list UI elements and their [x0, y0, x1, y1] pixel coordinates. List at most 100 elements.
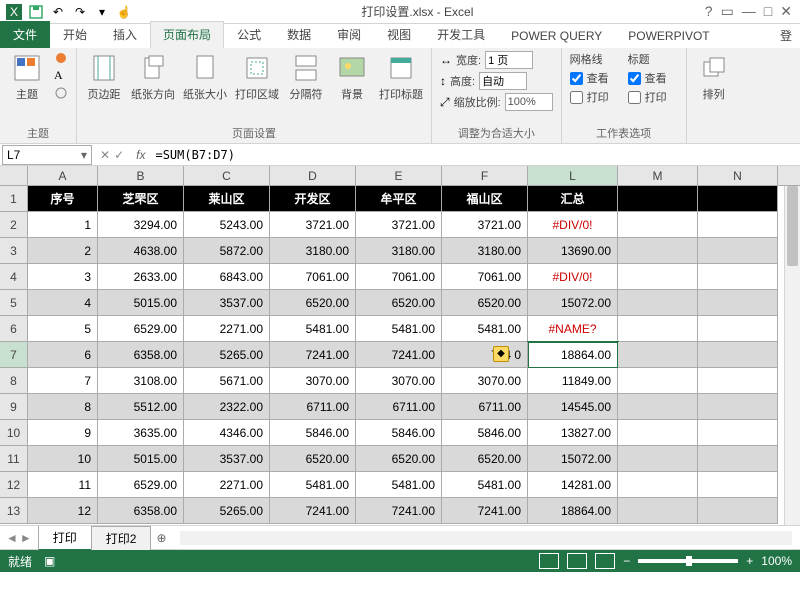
cell[interactable]: 5015.00	[98, 446, 184, 472]
login-link[interactable]: 登	[772, 23, 800, 48]
gridlines-print-checkbox[interactable]	[570, 91, 583, 104]
cell[interactable]: 7	[28, 368, 98, 394]
cell[interactable]: 5481.00	[442, 472, 528, 498]
undo-icon[interactable]: ↶	[48, 2, 68, 22]
row-header[interactable]: 10	[0, 420, 28, 446]
cell[interactable]: 4346.00	[184, 420, 270, 446]
row-header[interactable]: 9	[0, 394, 28, 420]
cell[interactable]: 5481.00	[442, 316, 528, 342]
close-icon[interactable]: ✕	[780, 3, 792, 20]
cell[interactable]: 6	[28, 342, 98, 368]
table-header-cell[interactable]: 序号	[28, 186, 98, 212]
cell[interactable]: 13827.00	[528, 420, 618, 446]
cell[interactable]: 4638.00	[98, 238, 184, 264]
page-layout-view-button[interactable]	[567, 553, 587, 569]
cell[interactable]: 2322.00	[184, 394, 270, 420]
print-area-button[interactable]: 打印区域	[233, 50, 281, 104]
cell[interactable]: 5481.00	[356, 472, 442, 498]
col-header[interactable]: F	[442, 166, 528, 185]
scale-width-input[interactable]	[485, 51, 533, 69]
col-header[interactable]: A	[28, 166, 98, 185]
macro-record-icon[interactable]: ▣	[44, 554, 55, 568]
margins-button[interactable]: 页边距	[83, 50, 125, 104]
cell[interactable]	[698, 394, 778, 420]
table-header-cell[interactable]: 开发区	[270, 186, 356, 212]
cell[interactable]	[698, 264, 778, 290]
sheet-tab[interactable]: 打印2	[91, 526, 152, 550]
cell[interactable]: 5265.00	[184, 342, 270, 368]
cell[interactable]: 6520.00	[442, 290, 528, 316]
cell[interactable]	[618, 420, 698, 446]
cell[interactable]: 5512.00	[98, 394, 184, 420]
cell[interactable]: 3070.00	[442, 368, 528, 394]
cell[interactable]: 14545.00	[528, 394, 618, 420]
cell[interactable]: 5846.00	[270, 420, 356, 446]
cell[interactable]: 3635.00	[98, 420, 184, 446]
name-box[interactable]: L7▾	[2, 145, 92, 165]
cell[interactable]	[698, 212, 778, 238]
cell[interactable]	[698, 420, 778, 446]
cell[interactable]	[698, 316, 778, 342]
cell[interactable]: 6358.00	[98, 342, 184, 368]
cell[interactable]: 4	[28, 290, 98, 316]
tab-insert[interactable]: 插入	[100, 21, 150, 48]
tab-powerquery[interactable]: POWER QUERY	[498, 24, 615, 48]
cell[interactable]: 3180.00	[442, 238, 528, 264]
cell[interactable]: #NAME?	[528, 316, 618, 342]
cancel-formula-icon[interactable]: ✕	[100, 148, 110, 162]
col-header[interactable]: D	[270, 166, 356, 185]
theme-colors[interactable]	[52, 50, 70, 66]
tab-dev[interactable]: 开发工具	[424, 21, 498, 48]
cell[interactable]: 15072.00	[528, 446, 618, 472]
cell[interactable]: 3294.00	[98, 212, 184, 238]
cell[interactable]: 15072.00	[528, 290, 618, 316]
ribbon-opts-icon[interactable]: ▭	[721, 3, 734, 20]
sheet-tab[interactable]: 打印	[38, 525, 92, 551]
cell[interactable]: 5481.00	[270, 316, 356, 342]
cell[interactable]: 724 0◆	[442, 342, 528, 368]
save-icon[interactable]	[26, 2, 46, 22]
tab-file[interactable]: 文件	[0, 21, 50, 48]
qat-more-icon[interactable]: ▾	[92, 2, 112, 22]
cell[interactable]	[618, 290, 698, 316]
col-header[interactable]: N	[698, 166, 778, 185]
cell[interactable]: 7241.00	[356, 498, 442, 524]
vertical-scrollbar[interactable]	[784, 186, 800, 525]
cell[interactable]: 11	[28, 472, 98, 498]
cell[interactable]: 6520.00	[270, 446, 356, 472]
tab-powerpivot[interactable]: POWERPIVOT	[615, 24, 722, 48]
horizontal-scrollbar[interactable]	[180, 531, 792, 545]
cell[interactable]: 3070.00	[270, 368, 356, 394]
cell[interactable]: 1	[28, 212, 98, 238]
tab-view[interactable]: 视图	[374, 21, 424, 48]
tab-data[interactable]: 数据	[274, 21, 324, 48]
table-header-cell[interactable]: 芝罘区	[98, 186, 184, 212]
col-header[interactable]: B	[98, 166, 184, 185]
cell[interactable]: 2633.00	[98, 264, 184, 290]
cell[interactable]: 7241.00	[356, 342, 442, 368]
cell[interactable]	[698, 238, 778, 264]
cell[interactable]: 3537.00	[184, 290, 270, 316]
cell[interactable]	[618, 186, 698, 212]
cell[interactable]: 6711.00	[442, 394, 528, 420]
cell[interactable]	[618, 394, 698, 420]
tab-home[interactable]: 开始	[50, 21, 100, 48]
row-header[interactable]: 12	[0, 472, 28, 498]
cell[interactable]: 6358.00	[98, 498, 184, 524]
table-header-cell[interactable]: 福山区	[442, 186, 528, 212]
cell[interactable]: 6529.00	[98, 316, 184, 342]
cell[interactable]: 2271.00	[184, 472, 270, 498]
cell[interactable]	[618, 498, 698, 524]
cell[interactable]: #DIV/0!	[528, 264, 618, 290]
chevron-down-icon[interactable]: ▾	[81, 148, 87, 162]
cell[interactable]: 8	[28, 394, 98, 420]
cell[interactable]: 14281.00	[528, 472, 618, 498]
cell[interactable]	[698, 186, 778, 212]
minimize-icon[interactable]: —	[742, 3, 756, 20]
row-header[interactable]: 13	[0, 498, 28, 524]
cell[interactable]: 6520.00	[442, 446, 528, 472]
add-sheet-button[interactable]: ⊕	[150, 531, 172, 545]
gridlines-view-checkbox[interactable]	[570, 72, 583, 85]
cell[interactable]: 7061.00	[270, 264, 356, 290]
cell[interactable]: 6520.00	[356, 290, 442, 316]
